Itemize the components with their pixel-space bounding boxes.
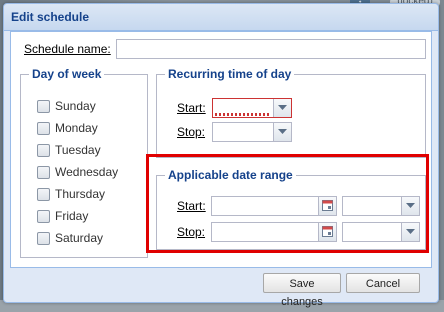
date-range-stop-calendar-trigger[interactable]: [318, 223, 336, 241]
sunday-label: Sunday: [55, 99, 96, 113]
day-of-week-legend: Day of week: [29, 67, 105, 81]
recurring-time-legend: Recurring time of day: [165, 67, 295, 81]
thursday-checkbox[interactable]: [37, 188, 50, 201]
edit-schedule-dialog: Edit schedule Schedule name: Day of week…: [3, 3, 439, 308]
chevron-down-icon: [278, 129, 287, 134]
date-range-start-time-trigger[interactable]: [401, 197, 419, 215]
friday-checkbox[interactable]: [37, 210, 50, 223]
monday-checkbox[interactable]: [37, 122, 50, 135]
date-range-stop-time[interactable]: [342, 222, 420, 242]
saturday-label: Saturday: [55, 231, 104, 245]
sunday-checkbox[interactable]: [37, 100, 50, 113]
date-range-start-label: Start:: [177, 199, 206, 213]
invalid-underline: [215, 113, 271, 116]
date-range-legend: Applicable date range: [165, 168, 296, 182]
date-range-start-date[interactable]: [211, 196, 337, 216]
chevron-down-icon: [406, 229, 415, 234]
recurring-time-group: Recurring time of day Start: Stop:: [156, 67, 426, 158]
recurring-start-trigger[interactable]: [273, 99, 291, 117]
chevron-down-icon: [278, 105, 287, 110]
tuesday-checkbox[interactable]: [37, 144, 50, 157]
date-range-start-calendar-trigger[interactable]: [318, 197, 336, 215]
recurring-stop-label: Stop:: [177, 125, 206, 139]
recurring-start-combo[interactable]: [212, 98, 292, 118]
schedule-name-input[interactable]: [116, 39, 426, 59]
dialog-title: Edit schedule: [11, 10, 90, 24]
cancel-button[interactable]: Cancel: [346, 273, 420, 293]
wednesday-checkbox[interactable]: [37, 166, 50, 179]
monday-label: Monday: [55, 121, 98, 135]
recurring-stop-combo[interactable]: [212, 122, 292, 142]
date-range-stop-time-trigger[interactable]: [401, 223, 419, 241]
thursday-label: Thursday: [55, 187, 106, 201]
calendar-icon: [322, 200, 333, 211]
saturday-checkbox[interactable]: [37, 232, 50, 245]
save-changes-button[interactable]: Save changes: [263, 273, 341, 308]
date-range-start-time[interactable]: [342, 196, 420, 216]
recurring-stop-trigger[interactable]: [273, 123, 291, 141]
chevron-down-icon: [406, 203, 415, 208]
date-range-stop-date[interactable]: [211, 222, 337, 242]
dialog-body: Schedule name: Day of week Sunday Monday…: [10, 31, 432, 268]
schedule-name-label: Schedule name:: [24, 42, 111, 56]
tuesday-label: Tuesday: [55, 143, 101, 157]
recurring-start-label: Start:: [177, 101, 206, 115]
calendar-icon: [322, 226, 333, 237]
friday-label: Friday: [55, 209, 89, 223]
dialog-header[interactable]: Edit schedule: [4, 4, 438, 31]
day-of-week-group: Day of week Sunday Monday Tuesday Wednes…: [20, 67, 148, 258]
date-range-stop-label: Stop:: [177, 225, 206, 239]
wednesday-label: Wednesday: [55, 165, 119, 179]
date-range-group: Applicable date range Start: Stop:: [156, 168, 426, 250]
